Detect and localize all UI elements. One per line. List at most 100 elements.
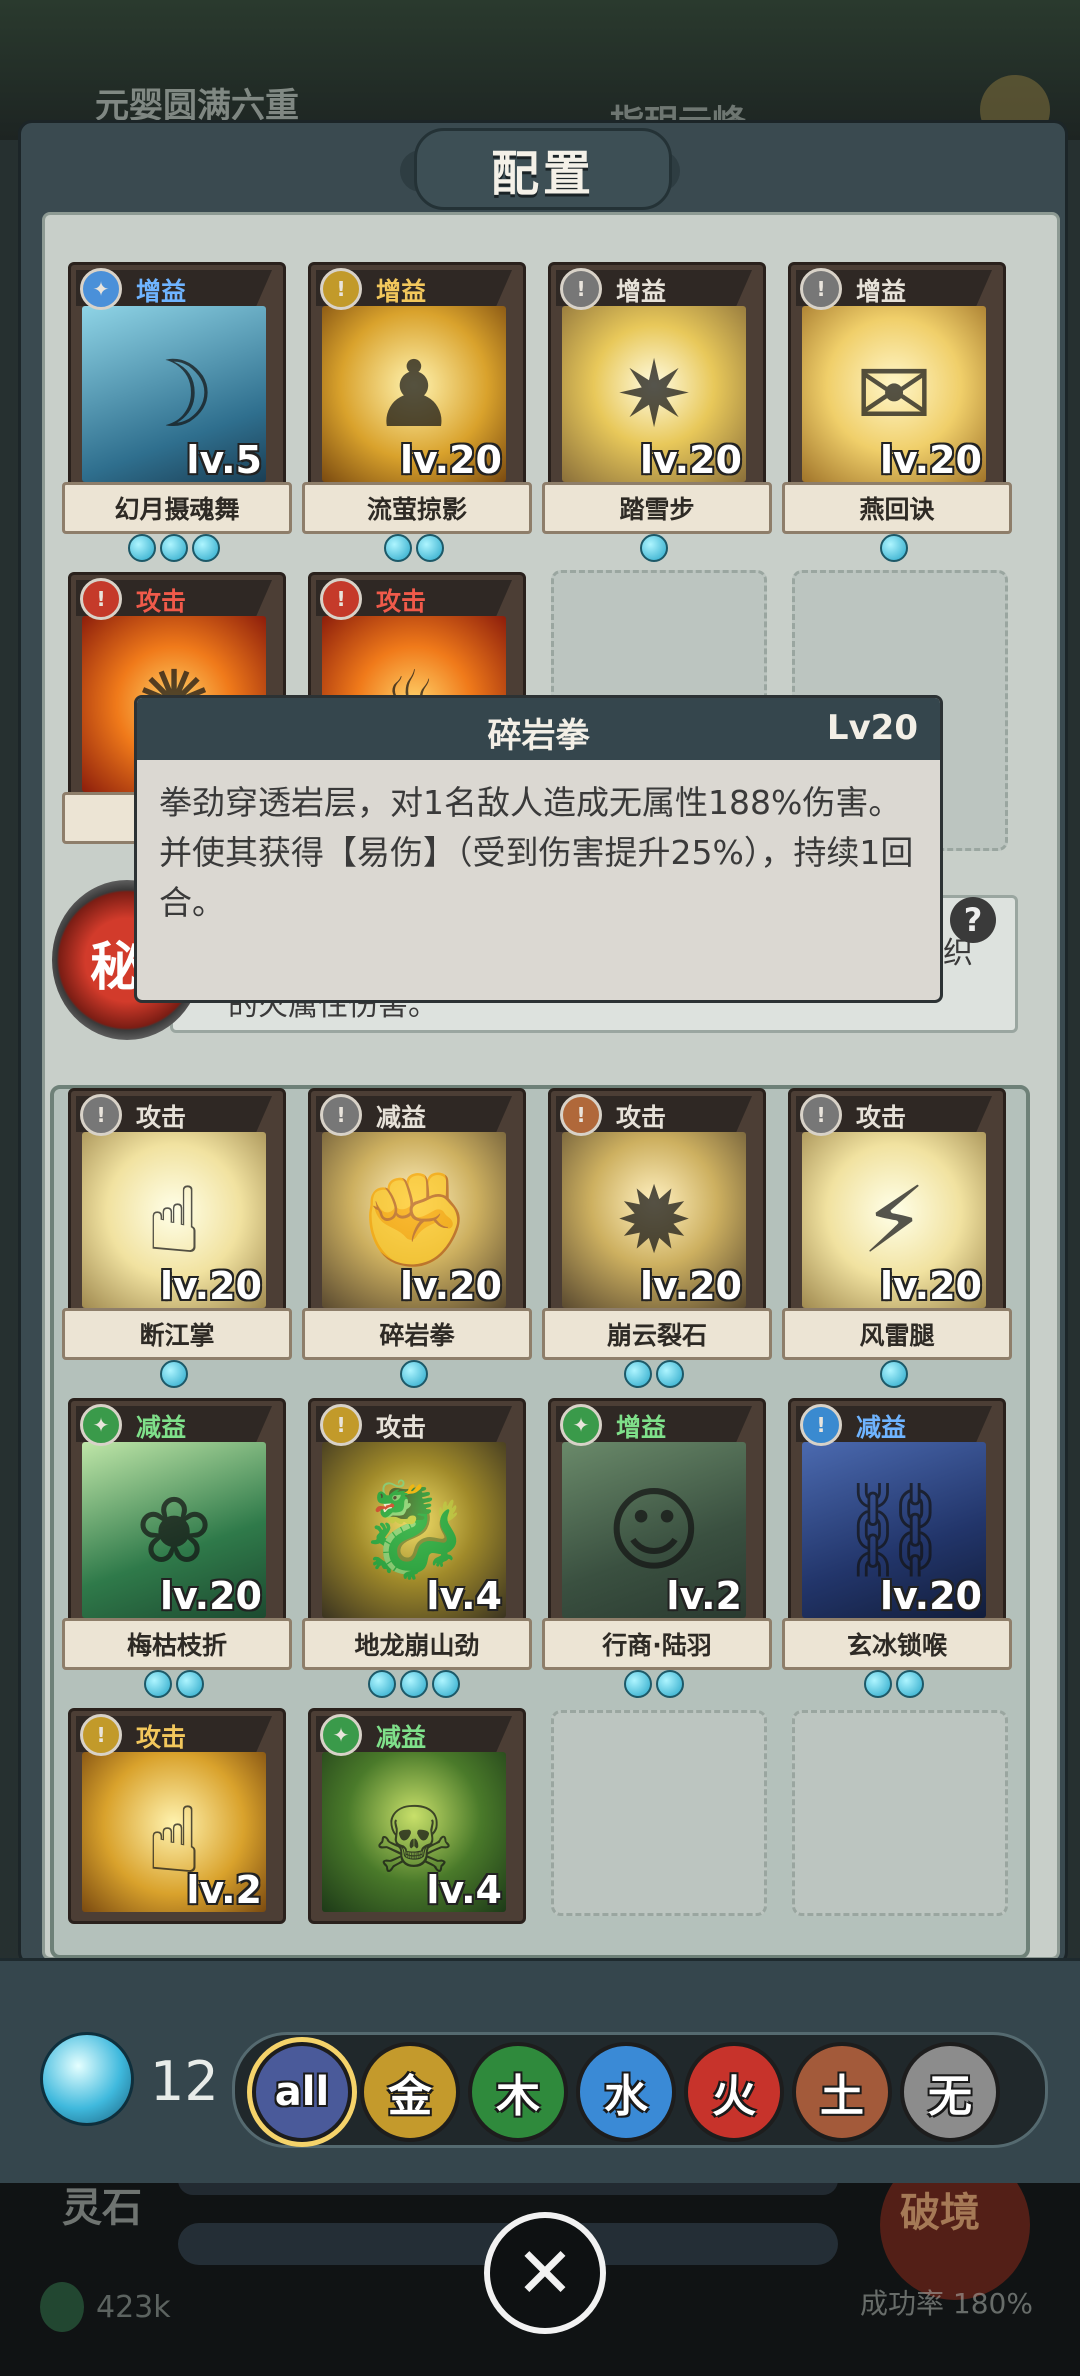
skill-card[interactable]: ☽ 增益 ✦ lv.5 幻月摄魂舞	[62, 262, 292, 562]
help-icon[interactable]: ?	[950, 897, 996, 943]
skill-name: 玄冰锁喉	[782, 1618, 1012, 1670]
skill-tag: 攻击	[856, 1103, 907, 1132]
gem-icon	[144, 1670, 172, 1698]
skill-level: lv.20	[639, 1264, 742, 1308]
tooltip-skill-name: 碎岩拳	[487, 716, 590, 756]
skill-tag: 攻击	[136, 1103, 187, 1132]
fire-element-icon: !	[320, 578, 362, 620]
gem-icon	[176, 1670, 204, 1698]
skill-level: lv.20	[159, 1264, 262, 1308]
water-element-icon: !	[800, 1404, 842, 1446]
empty-pool-slot	[551, 1710, 767, 1916]
gem-icon	[880, 534, 908, 562]
gem-icon	[368, 1670, 396, 1698]
water-element-icon: ✦	[80, 268, 122, 310]
gem-icon	[128, 534, 156, 562]
spirit-orb-icon	[40, 2032, 134, 2126]
skill-gem-row	[788, 1670, 1000, 1698]
skill-gem-row	[308, 1670, 520, 1698]
skill-level: lv.5	[186, 438, 262, 482]
skill-card[interactable]: ✉ 增益! lv.20 燕回诀	[782, 262, 1012, 562]
panel-title: 配置	[490, 146, 595, 202]
skill-level: lv.4	[426, 1574, 502, 1618]
gem-icon	[896, 1670, 924, 1698]
skill-gem-row	[68, 534, 280, 562]
spirit-stone-label: 灵石	[62, 2185, 142, 2231]
skill-level: lv.20	[399, 438, 502, 482]
gem-icon	[160, 1360, 188, 1388]
skill-card[interactable]: ✹ 攻击! lv.20 崩云裂石	[542, 1088, 772, 1388]
skill-card[interactable]: ☝ 攻击! lv.2	[68, 1708, 286, 1983]
filter-chip-element[interactable]: 火	[684, 2042, 784, 2142]
skill-tag: 增益	[856, 277, 907, 306]
skill-card[interactable]: ⛓ 减益! lv.20 玄冰锁喉	[782, 1398, 1012, 1698]
skill-tag: 增益	[616, 1413, 667, 1442]
skill-card[interactable]: ☺ 增益 ✦ lv.2 行商·陆羽	[542, 1398, 772, 1698]
skill-name: 地龙崩山劲	[302, 1618, 532, 1670]
filter-chip-element[interactable]: 无	[900, 2042, 1000, 2142]
metal-element-icon: !	[320, 1404, 362, 1446]
skill-name: 梅枯枝折	[62, 1618, 292, 1670]
filter-chip-element[interactable]: 水	[576, 2042, 676, 2142]
success-rate: 成功率 180%	[860, 2287, 1033, 2320]
skill-card[interactable]: ☝ 攻击! lv.20 断江掌	[62, 1088, 292, 1388]
panel-title-plate: 配置	[414, 128, 672, 210]
gem-icon	[432, 1670, 460, 1698]
skill-level: lv.2	[186, 1868, 262, 1912]
filter-chip-element[interactable]: 金	[360, 2042, 460, 2142]
none-element-icon: !	[800, 268, 842, 310]
skill-tag: 增益	[616, 277, 667, 306]
metal-element-icon: !	[320, 268, 362, 310]
skill-card[interactable]: 🐉 攻击! lv.4 地龙崩山劲	[302, 1398, 532, 1698]
skill-tag: 减益	[376, 1723, 427, 1752]
skill-card[interactable]: ⚡ 攻击! lv.20 风雷腿	[782, 1088, 1012, 1388]
gem-icon	[880, 1360, 908, 1388]
gem-icon	[864, 1670, 892, 1698]
skill-card[interactable]: ❀ 减益 ✦ lv.20 梅枯枝折	[62, 1398, 292, 1698]
skill-tag: 攻击	[376, 1413, 427, 1442]
skill-gem-row	[548, 1360, 760, 1388]
filter-chip-element[interactable]: 土	[792, 2042, 892, 2142]
skill-card[interactable]: ☠ 减益 ✦ lv.4	[308, 1708, 526, 1983]
skill-card[interactable]: ♟ 增益! lv.20 流萤掠影	[302, 262, 532, 562]
wood-element-icon: ✦	[80, 1404, 122, 1446]
skill-level: lv.20	[879, 438, 982, 482]
empty-pool-slot	[792, 1710, 1008, 1916]
skill-tag: 攻击	[136, 1723, 187, 1752]
skill-card[interactable]: ✷ 增益! lv.20 踏雪步	[542, 262, 772, 562]
gem-icon	[400, 1670, 428, 1698]
filter-chip-all[interactable]: all	[252, 2042, 352, 2142]
skill-tag: 攻击	[616, 1103, 667, 1132]
skill-name: 流萤掠影	[302, 482, 532, 534]
tooltip-header: 碎岩拳 Lv20	[137, 698, 940, 760]
skill-name: 断江掌	[62, 1308, 292, 1360]
skill-tag: 增益	[376, 277, 427, 306]
tooltip-skill-level: Lv20	[826, 708, 918, 748]
skill-name: 风雷腿	[782, 1308, 1012, 1360]
tooltip-description: 拳劲穿透岩层，对1名敌人造成无属性188%伤害。并使其获得【易伤】（受到伤害提升…	[159, 783, 914, 922]
none-element-icon: !	[800, 1094, 842, 1136]
skill-name: 行商·陆羽	[542, 1618, 772, 1670]
skill-gem-row	[788, 1360, 1000, 1388]
skill-level: lv.20	[879, 1264, 982, 1308]
gem-icon	[624, 1670, 652, 1698]
skill-tag: 减益	[136, 1413, 187, 1442]
skill-tag: 减益	[856, 1413, 907, 1442]
skill-level: lv.20	[879, 1574, 982, 1618]
skill-name: 燕回诀	[782, 482, 1012, 534]
close-button[interactable]: ✕	[484, 2212, 606, 2334]
none-element-icon: !	[560, 268, 602, 310]
skill-gem-row	[788, 534, 1000, 562]
skill-card[interactable]: ✊ 减益! lv.20 碎岩拳	[302, 1088, 532, 1388]
skill-tag: 攻击	[136, 587, 187, 616]
gem-icon	[400, 1360, 428, 1388]
orb-count: 12	[150, 2050, 219, 2113]
earth-element-icon: !	[560, 1094, 602, 1136]
filter-chip-element[interactable]: 木	[468, 2042, 568, 2142]
skill-level: lv.4	[426, 1868, 502, 1912]
spirit-gem-icon	[40, 2282, 84, 2332]
spirit-stone-amount: 423k	[96, 2290, 171, 2325]
gem-icon	[624, 1360, 652, 1388]
skill-name: 踏雪步	[542, 482, 772, 534]
skill-gem-row	[68, 1360, 280, 1388]
